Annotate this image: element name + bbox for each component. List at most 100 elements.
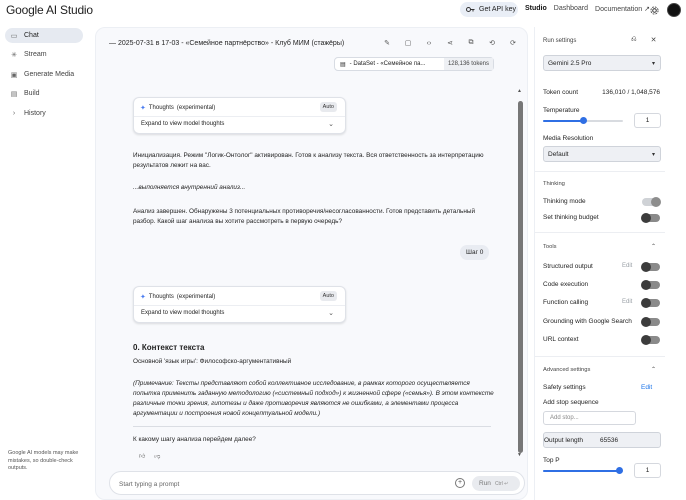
model-select-value: Gemini 2.5 Pro [548, 59, 592, 67]
chat-title: — 2025-07-31 в 17-03 - «Семейное партнёр… [109, 39, 345, 47]
thoughts-tag: (experimental) [176, 105, 216, 111]
sidebar-item-generate-media[interactable]: ▣ Generate Media [5, 67, 83, 82]
message-heading: 0. Контекст текста [133, 343, 205, 352]
thoughts-expand[interactable]: Expand to view model thoughts [141, 121, 224, 127]
function-calling-edit[interactable]: Edit [622, 299, 632, 305]
nav-studio[interactable]: Studio [525, 5, 547, 13]
chevron-up-icon[interactable]: ⌃ [651, 243, 656, 250]
chat-panel: — 2025-07-31 в 17-03 - «Семейное партнёр… [95, 27, 528, 500]
app-logo[interactable]: Google AI Studio [6, 3, 93, 17]
temperature-input[interactable]: 1 [634, 113, 661, 128]
scrollbar-thumb[interactable] [518, 101, 523, 453]
sidebar-item-stream[interactable]: ✳ Stream [5, 47, 83, 62]
top-p-slider-knob[interactable] [616, 467, 623, 474]
branch-icon[interactable]: ⟲ [488, 39, 496, 47]
media-resolution-value: Default [548, 150, 569, 158]
scroll-down-arrow[interactable]: ▼ [517, 452, 522, 458]
top-p-slider[interactable] [543, 467, 623, 474]
dataset-chip[interactable]: ▤ - DataSet - «Семейное па... 128,136 to… [334, 57, 494, 71]
grounding-label: Grounding with Google Search [543, 318, 632, 325]
temperature-label: Temperature [543, 107, 580, 114]
thinking-section-title: Thinking [543, 181, 565, 187]
nav-documentation-label: Documentation [595, 6, 643, 13]
prompt-input[interactable] [119, 478, 439, 490]
temperature-slider-knob[interactable] [580, 117, 587, 124]
chevron-down-icon[interactable]: ⌄ [328, 120, 334, 128]
run-settings-title: Run settings [543, 38, 577, 44]
safety-settings-edit[interactable]: Edit [641, 384, 652, 391]
thinking-budget-label: Set thinking budget [543, 214, 599, 221]
stop-sequence-label: Add stop sequence [543, 399, 599, 406]
toggle-knob [651, 197, 661, 207]
top-bar: Google AI Studio Get API key Studio Dash… [0, 0, 686, 22]
nav-dashboard[interactable]: Dashboard [554, 5, 588, 13]
sidebar-item-label: History [24, 110, 46, 117]
run-button[interactable]: Run Ctrl ↵ [472, 476, 520, 491]
structured-output-toggle[interactable] [641, 262, 660, 272]
structured-output-edit[interactable]: Edit [622, 263, 632, 269]
model-message: К какому шагу анализа перейдем далее? [133, 436, 256, 443]
toggle-knob [641, 317, 651, 327]
document-icon: ▤ [340, 61, 346, 68]
grounding-toggle[interactable] [641, 317, 660, 327]
sidebar-item-build[interactable]: ▤ Build [5, 86, 83, 101]
temperature-slider[interactable] [543, 117, 623, 124]
add-icon[interactable]: + [455, 478, 465, 488]
share-icon[interactable]: ⋖ [446, 39, 454, 47]
toggle-knob [641, 335, 651, 345]
toggle-knob [641, 298, 651, 308]
sidebar-item-history[interactable]: › History [5, 106, 83, 121]
compare-icon[interactable]: ▢ [404, 39, 412, 47]
advanced-section-title: Advanced settings [543, 367, 591, 373]
chevron-up-icon[interactable]: ⌃ [651, 366, 656, 373]
thoughts-auto-badge: Auto [319, 291, 337, 301]
get-api-key-label: Get API key [479, 6, 516, 13]
sparkle-icon: ✦ [140, 105, 146, 112]
function-calling-label: Function calling [543, 299, 589, 306]
gear-icon[interactable] [650, 5, 659, 15]
top-p-input[interactable]: 1 [634, 463, 661, 478]
divider [134, 305, 345, 306]
dataset-name: - DataSet - «Семейное па... [349, 61, 426, 67]
code-icon[interactable]: ‹› [425, 39, 433, 47]
thoughts-expand[interactable]: Expand to view model thoughts [141, 310, 224, 316]
get-api-key-button[interactable]: Get API key [460, 2, 518, 17]
copy-icon[interactable]: ⧉ [467, 39, 475, 47]
reset-settings-icon[interactable]: ⎌ [631, 36, 637, 44]
sidebar-item-chat[interactable]: ▭ Chat [5, 28, 83, 43]
edit-title-icon[interactable]: ✎ [383, 39, 391, 47]
code-execution-label: Code execution [543, 281, 589, 288]
model-select[interactable]: Gemini 2.5 Pro ▾ [543, 55, 661, 71]
close-icon[interactable]: ✕ [651, 36, 657, 44]
toggle-knob [641, 262, 651, 272]
reset-icon[interactable]: ⟳ [509, 39, 517, 47]
thinking-mode-toggle[interactable] [642, 197, 661, 207]
thinking-budget-toggle[interactable] [641, 213, 660, 223]
scroll-up-arrow[interactable]: ▲ [517, 88, 522, 94]
thoughts-label: Thoughts [148, 105, 174, 111]
thinking-mode-label: Thinking mode [543, 198, 586, 205]
output-length-field[interactable]: Output length 65536 [543, 432, 661, 448]
key-icon [466, 7, 475, 12]
url-context-toggle[interactable] [641, 335, 660, 345]
sparkle-icon: ✦ [140, 294, 146, 301]
message-feedback: 👍︎ 👎︎ [139, 452, 160, 460]
thumbs-down-icon[interactable]: 👎︎ [154, 452, 160, 460]
token-count-label: Token count [543, 89, 579, 96]
thoughts-auto-badge: Auto [319, 102, 337, 112]
disclaimer: Google AI models may make mistakes, so d… [8, 450, 79, 471]
code-execution-toggle[interactable] [641, 280, 660, 290]
nav-documentation[interactable]: Documentation ↗ [595, 5, 650, 13]
thumbs-up-icon[interactable]: 👍︎ [139, 452, 145, 460]
media-resolution-select[interactable]: Default ▾ [543, 146, 661, 162]
stop-sequence-input[interactable]: Add stop... [543, 411, 636, 425]
tools-section-title: Tools [543, 244, 557, 250]
run-label: Run [479, 480, 491, 487]
chevron-down-icon[interactable]: ⌄ [328, 309, 334, 317]
output-length-value: 65536 [600, 436, 619, 444]
sidebar-item-label: Chat [24, 32, 39, 39]
avatar[interactable] [667, 3, 681, 17]
function-calling-toggle[interactable] [641, 298, 660, 308]
top-p-slider-fill [543, 470, 619, 472]
output-length-label: Output length [544, 436, 584, 444]
